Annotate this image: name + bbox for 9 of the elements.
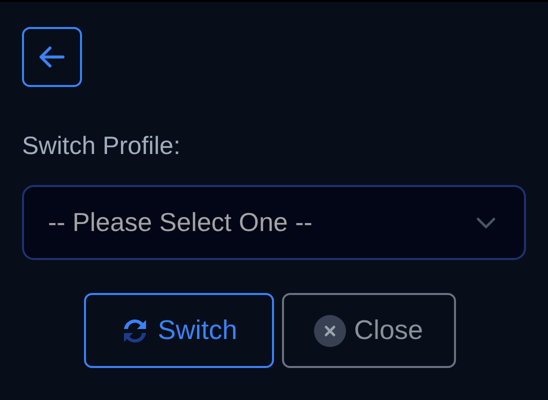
switch-profile-label: Switch Profile:	[22, 131, 180, 161]
close-icon	[314, 314, 346, 346]
profile-select[interactable]: -- Please Select One --	[22, 185, 526, 260]
back-button[interactable]	[22, 27, 82, 87]
switch-button[interactable]: Switch	[84, 293, 274, 368]
back-arrow-icon	[39, 46, 65, 68]
select-placeholder: -- Please Select One --	[48, 206, 312, 239]
close-button[interactable]: Close	[282, 293, 456, 368]
chevron-down-icon	[476, 216, 496, 228]
